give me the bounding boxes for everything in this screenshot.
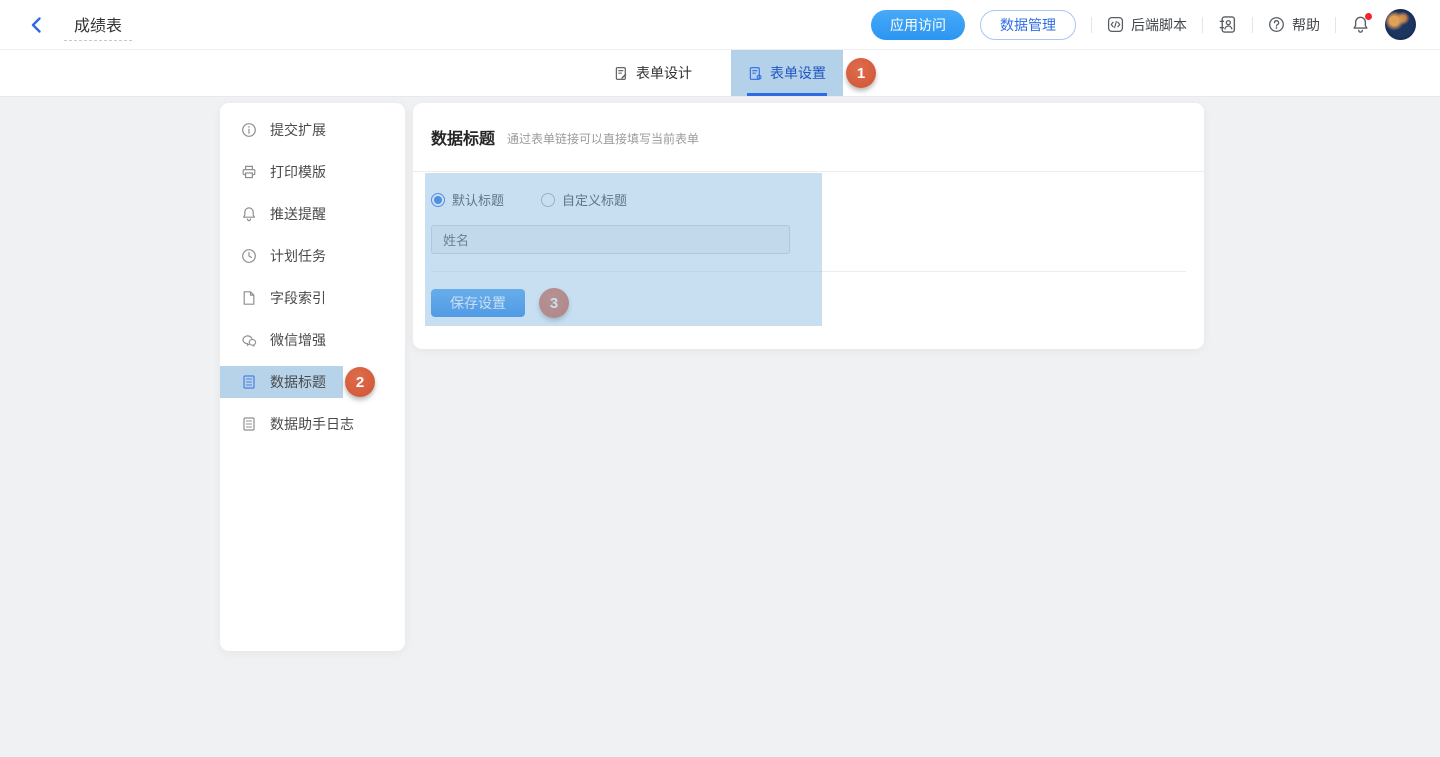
sidebar-item-label: 数据助手日志 <box>270 414 354 434</box>
radio-label: 默认标题 <box>452 190 504 209</box>
notification-dot <box>1365 13 1372 20</box>
sidebar-item-field-index[interactable]: 字段索引 <box>220 277 405 319</box>
clock-icon <box>241 248 257 264</box>
help-button[interactable]: 帮助 <box>1268 15 1320 35</box>
question-circle-icon <box>1268 16 1285 33</box>
backend-script-label: 后端脚本 <box>1131 15 1187 35</box>
sidebar-item-data-title[interactable]: 数据标题 2 <box>220 361 405 403</box>
bell-icon <box>241 206 257 222</box>
annotation-badge-1: 1 <box>846 58 876 88</box>
divider <box>1202 17 1203 33</box>
panel-header: 数据标题 通过表单链接可以直接填写当前表单 <box>413 103 1204 172</box>
tab-label: 表单设计 <box>636 63 692 83</box>
sidebar-item-label: 字段索引 <box>270 288 326 308</box>
form-design-icon <box>614 66 629 81</box>
data-management-button[interactable]: 数据管理 <box>980 10 1076 40</box>
sidebar-item-label: 推送提醒 <box>270 204 326 224</box>
settings-sidebar: 提交扩展 打印模版 推送提醒 计划任务 字段索引 <box>220 103 405 651</box>
sidebar-item-scheduled-tasks[interactable]: 计划任务 <box>220 235 405 277</box>
title-mode-radio-group: 默认标题 自定义标题 <box>431 190 1186 209</box>
sidebar-item-label: 计划任务 <box>270 246 326 266</box>
sidebar-item-label: 微信增强 <box>270 330 326 350</box>
annotation-badge-3: 3 <box>539 288 569 318</box>
app-access-button[interactable]: 应用访问 <box>871 10 965 40</box>
doc-list-icon <box>241 416 257 432</box>
printer-icon <box>241 164 257 180</box>
wechat-icon <box>241 332 257 348</box>
file-icon <box>241 290 257 306</box>
contacts-button[interactable] <box>1218 15 1237 34</box>
sidebar-item-submit-extension[interactable]: 提交扩展 <box>220 109 405 151</box>
app-header: 成绩表 应用访问 数据管理 后端脚本 <box>0 0 1440 50</box>
divider <box>431 271 1186 272</box>
radio-custom-title[interactable]: 自定义标题 <box>541 190 627 209</box>
tab-form-settings[interactable]: 表单设置 1 <box>731 50 843 96</box>
header-actions: 应用访问 数据管理 后端脚本 帮助 <box>871 9 1416 40</box>
tab-form-design[interactable]: 表单设计 <box>597 50 709 96</box>
back-button[interactable] <box>26 14 48 36</box>
sidebar-item-push-reminder[interactable]: 推送提醒 <box>220 193 405 235</box>
panel-subtitle: 通过表单链接可以直接填写当前表单 <box>507 127 699 147</box>
doc-list-icon <box>241 374 257 390</box>
form-settings-icon <box>748 66 763 81</box>
contacts-icon <box>1218 15 1237 34</box>
help-label: 帮助 <box>1292 15 1320 35</box>
data-title-field-input[interactable] <box>431 225 790 254</box>
sidebar-item-data-assistant-log[interactable]: 数据助手日志 <box>220 403 405 445</box>
info-icon <box>241 122 257 138</box>
radio-label: 自定义标题 <box>562 190 627 209</box>
sidebar-item-label: 打印模版 <box>270 162 326 182</box>
save-row: 保存设置 3 <box>431 288 1186 318</box>
tab-bar: 表单设计 表单设置 1 <box>0 50 1440 97</box>
divider <box>1335 17 1336 33</box>
panel-title: 数据标题 <box>431 125 495 149</box>
radio-checked-icon[interactable] <box>431 193 445 207</box>
save-settings-button[interactable]: 保存设置 <box>431 289 525 317</box>
tab-label: 表单设置 <box>770 63 826 83</box>
page-title[interactable]: 成绩表 <box>64 9 132 41</box>
sidebar-item-label: 提交扩展 <box>270 120 326 140</box>
radio-unchecked-icon[interactable] <box>541 193 555 207</box>
backend-script-button[interactable]: 后端脚本 <box>1107 15 1187 35</box>
notifications-button[interactable] <box>1351 15 1370 34</box>
divider <box>1252 17 1253 33</box>
avatar[interactable] <box>1385 9 1416 40</box>
annotation-badge-2: 2 <box>345 367 375 397</box>
sidebar-item-label: 数据标题 <box>270 372 326 392</box>
code-icon <box>1107 16 1124 33</box>
sidebar-item-wechat-enhancement[interactable]: 微信增强 <box>220 319 405 361</box>
chevron-left-icon <box>28 16 46 34</box>
panel-body: 默认标题 自定义标题 保存设置 3 <box>413 190 1204 318</box>
radio-default-title[interactable]: 默认标题 <box>431 190 504 209</box>
data-title-panel: 数据标题 通过表单链接可以直接填写当前表单 默认标题 自定义标题 保存设置 3 <box>413 103 1204 349</box>
sidebar-item-print-template[interactable]: 打印模版 <box>220 151 405 193</box>
divider <box>1091 17 1092 33</box>
